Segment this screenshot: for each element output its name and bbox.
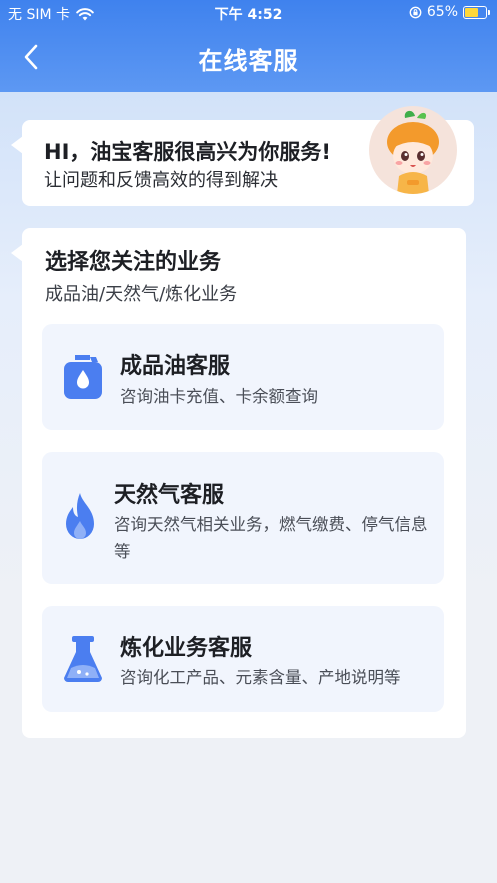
service-heading: 选择您关注的业务: [45, 250, 222, 275]
service-card: 选择您关注的业务 成品油/天然气/炼化业务 成品油客服 咨询油卡充值、卡余额查询…: [11, 228, 466, 738]
greeting-subline: 让问题和反馈高效的得到解决: [44, 170, 278, 191]
service-item-refining[interactable]: 炼化业务客服 咨询化工产品、元素含量、产地说明等: [42, 606, 444, 712]
battery-fill: [465, 7, 478, 17]
service-item-title: 炼化业务客服: [120, 636, 253, 661]
orientation-lock-icon: [409, 6, 422, 18]
page-title: 在线客服: [198, 47, 299, 75]
mascot-avatar: [369, 106, 457, 194]
greeting-headline: HI，油宝客服很高兴为你服务!: [44, 140, 331, 164]
bubble-tail: [11, 136, 23, 154]
nav-bar: 在线客服: [0, 26, 497, 88]
mascot-icon: [387, 110, 439, 194]
flask-icon: [64, 636, 102, 682]
status-bar: 无 SIM 卡 下午 4:52 65%: [0, 0, 497, 26]
status-right: 65%: [409, 4, 490, 20]
service-item-natural-gas[interactable]: 天然气客服 咨询天然气相关业务，燃气缴费、停气信息等: [42, 452, 444, 584]
service-item-title: 天然气客服: [114, 483, 225, 508]
header-bar: 无 SIM 卡 下午 4:52 65% 在线客服: [0, 0, 497, 92]
battery-icon: [463, 5, 490, 19]
service-item-refined-oil[interactable]: 成品油客服 咨询油卡充值、卡余额查询: [42, 324, 444, 430]
service-item-desc: 咨询天然气相关业务，燃气缴费、停气信息等: [114, 515, 428, 561]
service-item-desc: 咨询化工产品、元素含量、产地说明等: [120, 668, 401, 687]
service-item-desc: 咨询油卡充值、卡余额查询: [120, 387, 318, 406]
service-subheading: 成品油/天然气/炼化业务: [45, 284, 238, 305]
flame-icon: [66, 493, 94, 539]
service-item-title: 成品油客服: [120, 354, 231, 379]
oil-drop-icon: [64, 355, 102, 399]
battery-percent: 65%: [426, 4, 458, 20]
bubble-tail: [11, 244, 23, 262]
